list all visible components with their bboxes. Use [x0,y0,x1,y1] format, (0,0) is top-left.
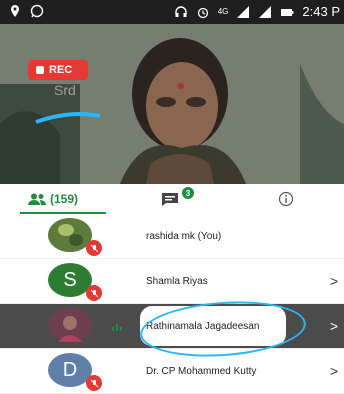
participant-name: rashida mk (You) [146,230,222,242]
participant-name: Rathinamala Jagadeesan [146,320,260,332]
participant-row[interactable]: S Shamla Riyas > [0,259,344,304]
participant-name: Dr. CP Mohammed Kutty [146,365,257,377]
muted-mic-badge [86,240,102,256]
mic-off-icon [90,244,98,252]
participant-name: Shamla Riyas [146,275,208,287]
avatar-letter: D [62,358,78,381]
recording-badge: REC [28,60,88,80]
info-icon [278,191,294,207]
tab-info[interactable] [278,184,294,214]
participant-row-active[interactable]: Rathinamala Jagadeesan > [0,304,344,349]
video-feed[interactable]: REC Srd [0,24,344,184]
people-count: (159) [50,192,79,206]
record-dot-icon [36,66,44,74]
network-type-label: 4G [217,7,229,16]
muted-mic-badge [86,375,102,391]
muted-mic-badge [86,285,102,301]
chevron-right-icon[interactable]: > [330,304,338,348]
signal-2-icon [259,5,272,18]
tab-chat[interactable]: 3 [160,184,194,214]
mic-off-icon [90,379,98,387]
chevron-right-icon[interactable]: > [330,349,338,393]
participant-row[interactable]: D Dr. CP Mohammed Kutty > [0,349,344,394]
alarm-icon [197,7,208,18]
mic-off-icon [90,289,98,297]
signal-icon [237,5,250,18]
speaker-video-image [0,24,344,184]
tab-people[interactable]: (159) [20,184,106,214]
participant-list: rashida mk (You) S Shamla Riyas > Rathin… [0,214,344,394]
whatsapp-icon [30,4,44,18]
avatar-letter: S [63,268,77,291]
chat-unread-badge: 3 [182,187,194,199]
recording-label: REC [49,64,73,76]
panel-tabs: (159) 3 [0,184,344,215]
headphones-icon [175,5,187,17]
battery-icon [281,8,294,16]
avatar [48,308,92,342]
status-bar: 4G 2:43 P [0,0,344,24]
location-icon [11,5,19,17]
background-wall-text: Srd [54,82,76,98]
avatar-photo-image [48,308,92,342]
people-icon [28,193,46,205]
chevron-right-icon[interactable]: > [330,259,338,303]
speaking-indicator-icon [112,324,122,331]
status-time: 2:43 P [302,4,340,19]
participant-row[interactable]: rashida mk (You) [0,214,344,259]
